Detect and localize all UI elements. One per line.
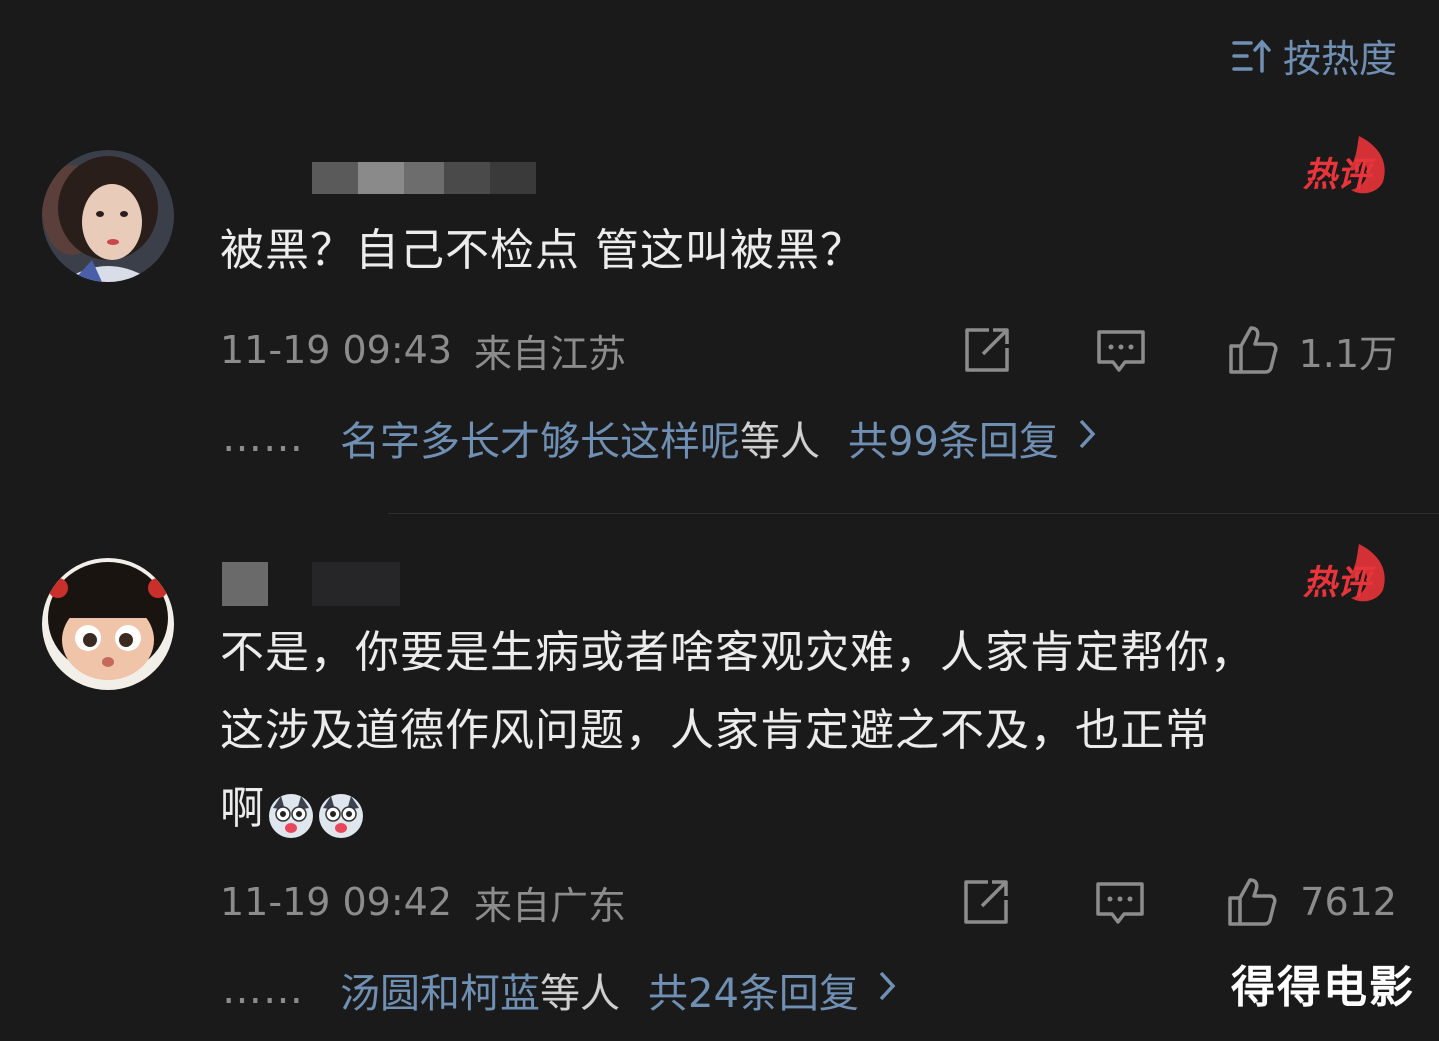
reply-others-label: 等人	[740, 419, 820, 465]
comment-time: 11-19 09:43	[220, 328, 453, 372]
share-icon[interactable]	[961, 324, 1013, 376]
comment-location: 来自江苏	[474, 331, 627, 376]
comment-text-line: 啊	[220, 783, 265, 834]
comment-text-line-last: 啊	[220, 770, 1397, 848]
like-icon[interactable]	[1227, 324, 1279, 376]
avatar[interactable]	[42, 558, 174, 690]
reply-others-label: 等人	[540, 971, 620, 1017]
comment-time: 11-19 09:42	[220, 880, 453, 924]
comment-icon[interactable]	[1094, 876, 1146, 928]
comment-text: 不是，你要是生病或者啥客观灾难，人家肯定帮你， 这涉及道德作风问题，人家肯定避之…	[220, 614, 1397, 848]
username-blurred	[220, 562, 410, 608]
emoji-dog-icon	[317, 787, 365, 838]
watermark: 得得电影	[1231, 962, 1415, 1013]
chevron-right-icon[interactable]	[877, 967, 897, 1013]
like-icon[interactable]	[1226, 876, 1278, 928]
comment-divider	[388, 513, 1439, 514]
comment-text: 被黑？自己不检点 管这叫被黑？	[220, 225, 865, 276]
comment-actions: 7612	[960, 872, 1397, 932]
avatar[interactable]	[42, 150, 174, 282]
replies-dots: ……	[222, 967, 304, 1013]
replies-link[interactable]: …… 名字多长才够长这样呢 等人 共99条回复	[222, 408, 1097, 468]
share-icon[interactable]	[960, 876, 1012, 928]
sort-label: 按热度	[1282, 37, 1397, 81]
hot-badge-text: 热评	[1303, 563, 1376, 603]
comment-meta: 11-19 09:43 来自江苏 1.1万	[220, 320, 1397, 380]
replies-dots: ……	[222, 415, 304, 461]
emoji-dog-icon	[267, 787, 315, 838]
comment-location: 来自广东	[474, 883, 627, 928]
reply-total-count[interactable]: 共24条回复	[648, 961, 859, 1019]
hot-comment-badge: 热评	[1299, 132, 1391, 196]
reply-user-names[interactable]: 名字多长才够长这样呢	[340, 409, 740, 467]
like-count: 7612	[1300, 880, 1397, 924]
hot-comment-badge: 热评	[1299, 540, 1391, 604]
replies-link[interactable]: …… 汤圆和柯蓝 等人 共24条回复	[222, 960, 897, 1020]
hot-badge-text: 热评	[1303, 155, 1376, 195]
comment-meta: 11-19 09:42 来自广东 7612	[220, 872, 1397, 932]
reply-user-names[interactable]: 汤圆和柯蓝	[340, 961, 540, 1019]
comment-icon[interactable]	[1095, 324, 1147, 376]
like-count: 1.1万	[1298, 331, 1397, 376]
username-blurred	[220, 158, 550, 194]
comment-text-line: 不是，你要是生病或者啥客观灾难，人家肯定帮你，	[220, 627, 1255, 678]
sort-icon	[1231, 37, 1273, 75]
sort-by-hot-button[interactable]: 按热度	[1231, 28, 1397, 83]
comment-actions: 1.1万	[961, 320, 1397, 380]
comment-text-line: 这涉及道德作风问题，人家肯定避之不及，也正常	[220, 705, 1210, 756]
chevron-right-icon[interactable]	[1077, 415, 1097, 461]
reply-total-count[interactable]: 共99条回复	[848, 409, 1059, 467]
